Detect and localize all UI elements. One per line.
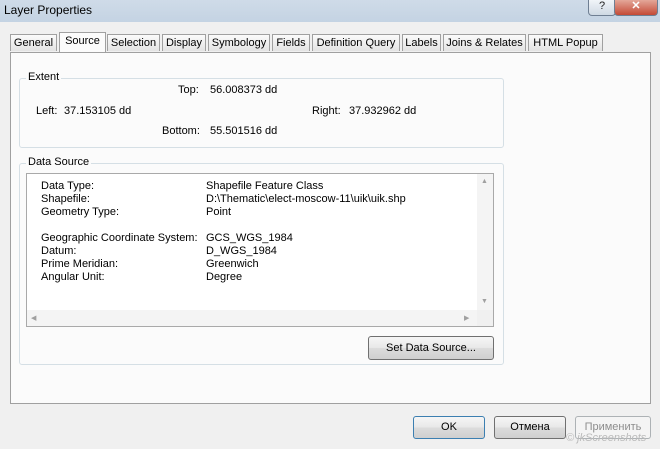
vertical-scrollbar[interactable]: ▲ ▼	[477, 174, 493, 311]
scroll-right-arrow-icon[interactable]: ▶	[464, 314, 469, 322]
title-bar: Layer Properties ? ✕	[0, 0, 660, 22]
set-data-source-button[interactable]: Set Data Source...	[368, 336, 494, 360]
scroll-left-arrow-icon[interactable]: ◀	[31, 314, 36, 322]
window-title: Layer Properties	[4, 3, 93, 17]
extent-bottom-value: 55.501516 dd	[210, 125, 278, 137]
info-value-gcs: GCS_WGS_1984	[206, 232, 293, 244]
info-key-datum: Datum:	[41, 245, 77, 257]
extent-right-value: 37.932962 dd	[349, 105, 417, 117]
tab-definition-query[interactable]: Definition Query	[312, 34, 400, 51]
tab-display[interactable]: Display	[162, 34, 206, 51]
extent-top-value: 56.008373 dd	[210, 84, 278, 96]
info-key-data-type: Data Type:	[41, 180, 94, 192]
close-button[interactable]: ✕	[614, 0, 658, 16]
layer-properties-window: Layer Properties ? ✕ General Source Sele…	[0, 0, 660, 449]
info-key-prime-meridian: Prime Meridian:	[41, 258, 119, 270]
extent-top-label: Top:	[178, 84, 199, 96]
tab-joins-relates[interactable]: Joins & Relates	[443, 34, 526, 51]
info-key-angular-unit: Angular Unit:	[41, 271, 105, 283]
info-value-prime-meridian: Greenwich	[206, 258, 259, 270]
scroll-down-arrow-icon[interactable]: ▼	[481, 298, 488, 305]
tab-selection[interactable]: Selection	[107, 34, 160, 51]
tab-symbology[interactable]: Symbology	[208, 34, 270, 51]
info-value-data-type: Shapefile Feature Class	[206, 180, 324, 192]
extent-group-label: Extent	[26, 71, 62, 83]
tab-html-popup[interactable]: HTML Popup	[528, 34, 603, 51]
cancel-button[interactable]: Отмена	[494, 416, 566, 439]
horizontal-scrollbar[interactable]: ◀ ▶	[27, 310, 477, 326]
scrollbar-corner	[477, 310, 493, 326]
extent-bottom-label: Bottom:	[162, 125, 200, 137]
info-value-angular-unit: Degree	[206, 271, 243, 283]
info-key-geometry-type: Geometry Type:	[41, 206, 120, 218]
tab-source[interactable]: Source	[59, 32, 106, 52]
info-value-geometry-type: Point	[206, 206, 232, 218]
data-source-group-label: Data Source	[26, 156, 92, 168]
ok-button[interactable]: OK	[413, 416, 485, 439]
tab-general[interactable]: General	[10, 34, 57, 51]
scroll-up-arrow-icon[interactable]: ▲	[481, 178, 488, 185]
extent-left-label: Left:	[36, 105, 58, 117]
info-key-shapefile: Shapefile:	[41, 193, 90, 205]
watermark: © jkScreenshots	[566, 432, 647, 444]
info-value-shapefile: D:\Thematic\elect-moscow-11\uik\uik.shp	[206, 193, 406, 205]
tab-labels[interactable]: Labels	[402, 34, 441, 51]
tab-fields[interactable]: Fields	[272, 34, 310, 51]
help-button[interactable]: ?	[588, 0, 616, 16]
extent-left-value: 37.153105 dd	[64, 105, 132, 117]
extent-right-label: Right:	[312, 105, 341, 117]
info-value-datum: D_WGS_1984	[206, 245, 277, 257]
info-key-gcs: Geographic Coordinate System:	[41, 232, 198, 244]
